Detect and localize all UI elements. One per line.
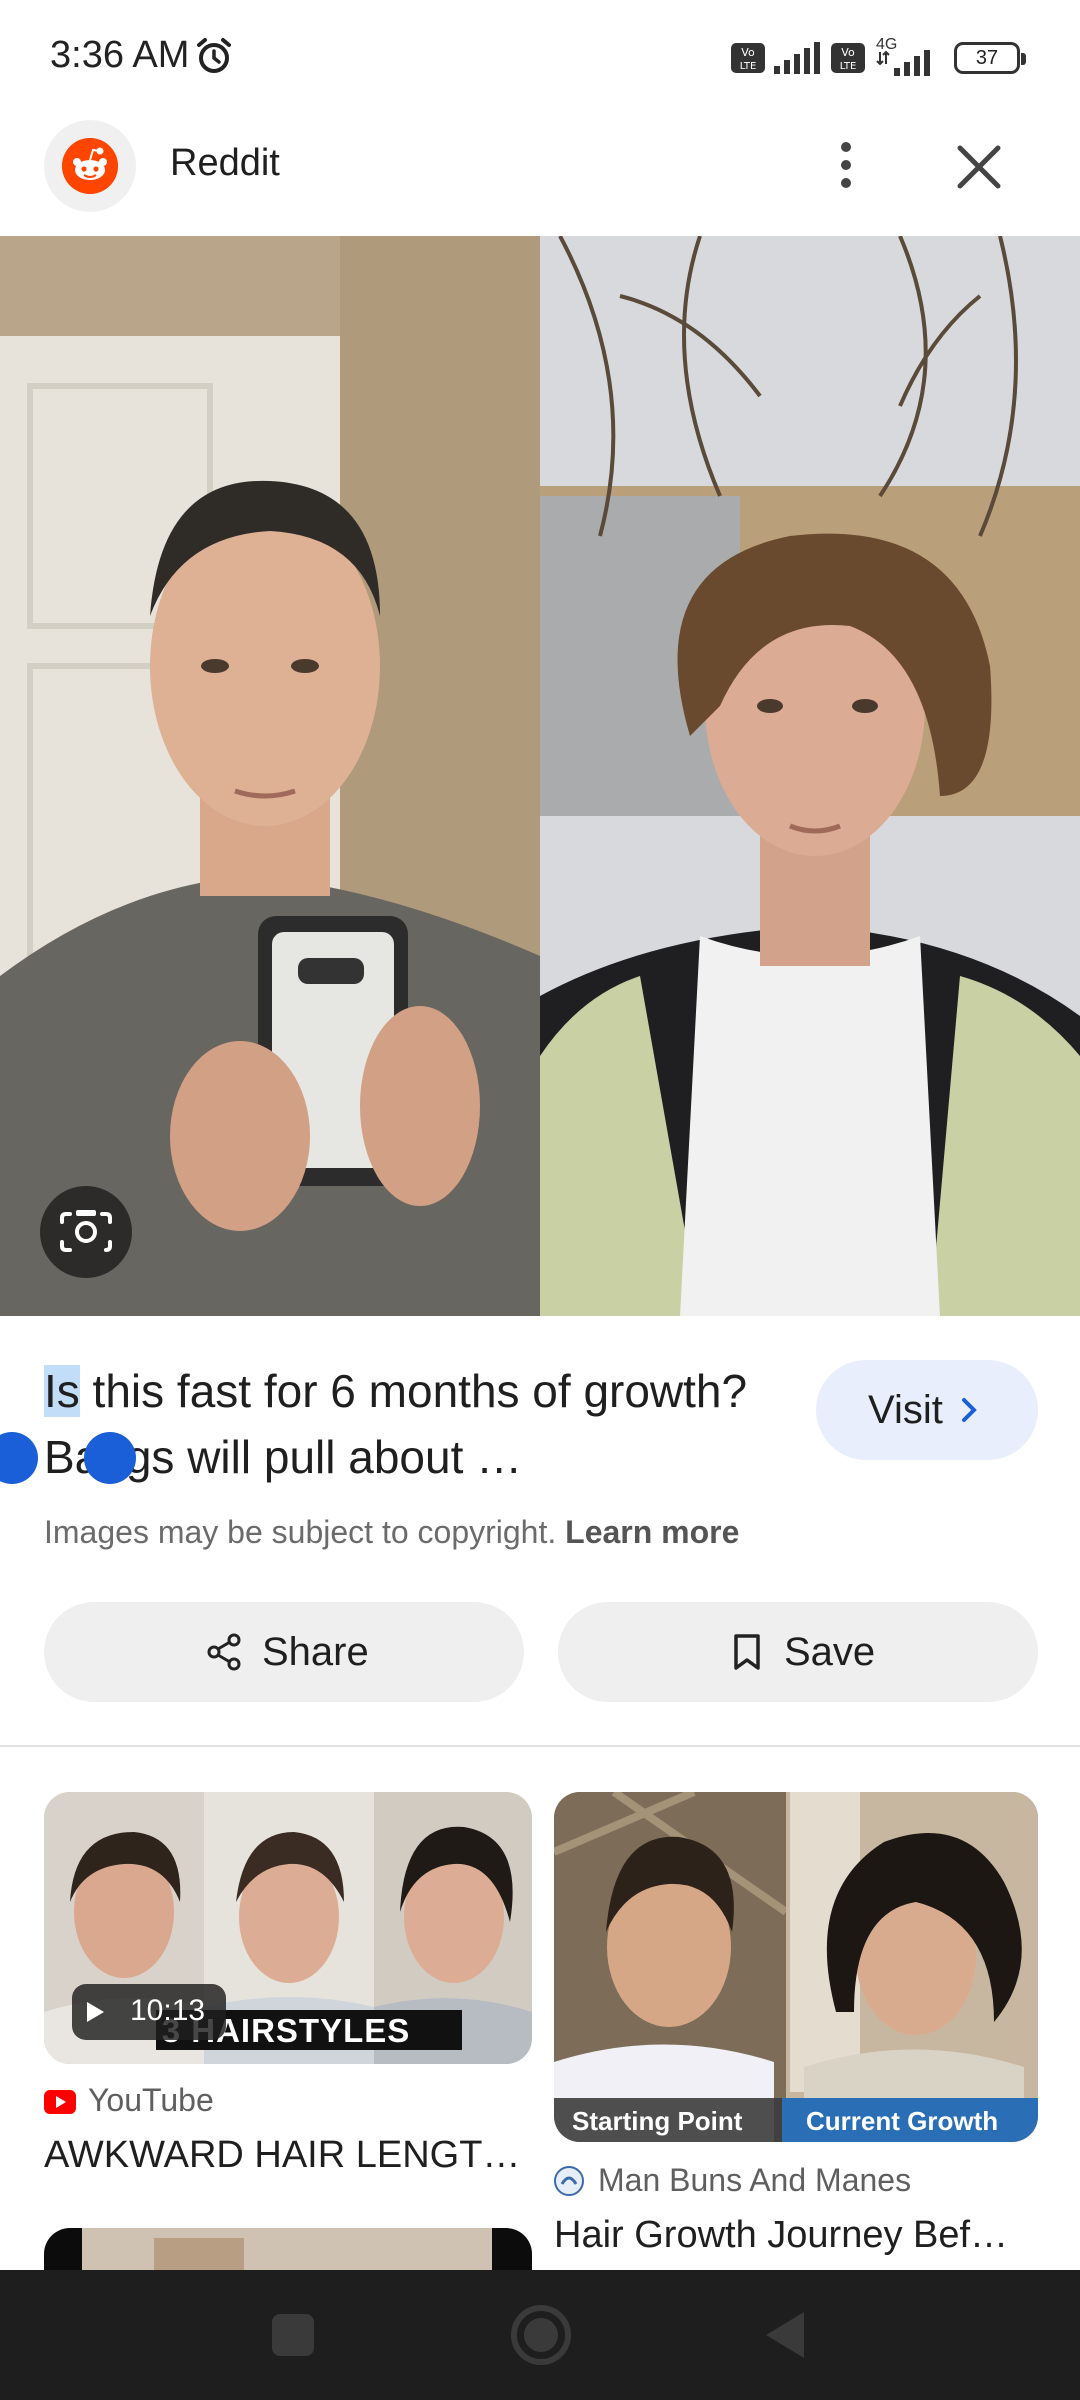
chevron-right-icon: [962, 1398, 977, 1422]
visit-button[interactable]: Visit: [816, 1360, 1038, 1460]
svg-text:Vo: Vo: [741, 46, 755, 59]
divider: [0, 1745, 1080, 1747]
svg-text:LTE: LTE: [840, 61, 857, 72]
related-thumbnail-3: [44, 2228, 532, 2270]
volte-icon: Vo LTE: [731, 43, 765, 73]
result-image[interactable]: [0, 236, 1080, 1316]
signal-icon: [774, 42, 820, 74]
related-card-2-source: Man Buns And Manes: [598, 2162, 912, 2198]
copyright-text: Images may be subject to copyright.: [44, 1514, 557, 1550]
status-time: 3:36 AM: [50, 34, 190, 76]
related-card-1-title[interactable]: AWKWARD HAIR LENGT…: [44, 2134, 520, 2177]
selection-handle-end[interactable]: [84, 1432, 136, 1484]
volte-icon: Vo LTE: [831, 43, 865, 73]
related-card-2-title[interactable]: Hair Growth Journey Bef…: [554, 2214, 1008, 2257]
visit-label: Visit: [868, 1387, 943, 1432]
reddit-logo-icon: [62, 138, 118, 194]
related-card-1-source: YouTube: [88, 2082, 214, 2118]
close-icon[interactable]: [952, 140, 1006, 194]
related-card-3-image[interactable]: [44, 2228, 532, 2270]
learn-more-link[interactable]: Learn more: [565, 1514, 739, 1550]
selection-handle-start[interactable]: [0, 1432, 38, 1484]
google-lens-icon[interactable]: [40, 1186, 132, 1278]
share-icon: [207, 1633, 241, 1671]
svg-text:Vo: Vo: [841, 46, 855, 59]
copyright-notice: Images may be subject to copyright. Lear…: [44, 1514, 739, 1551]
site-favicon-icon: [554, 2166, 584, 2196]
current-growth-label: Current Growth: [806, 2106, 999, 2136]
share-label: Share: [262, 1630, 369, 1674]
more-vert-icon[interactable]: [830, 140, 862, 190]
before-after-photo: [0, 236, 1080, 1316]
youtube-icon: [44, 2090, 76, 2114]
starting-point-label: Starting Point: [572, 2106, 743, 2136]
save-label: Save: [784, 1630, 876, 1674]
recent-apps-icon[interactable]: [270, 2312, 316, 2358]
related-thumbnail-2: [554, 1792, 1038, 2142]
result-title-text: this fast for 6 months of growth? Bangs …: [44, 1365, 748, 1483]
status-bar: 3:36 AM Vo LTE Vo LTE 4G 37: [0, 0, 1080, 112]
signal-4g-icon: [876, 50, 930, 76]
battery-icon: 37: [954, 42, 1026, 74]
play-icon: [87, 2002, 104, 2022]
svg-text:LTE: LTE: [740, 61, 757, 72]
bookmark-icon: [734, 1634, 760, 1670]
alarm-icon: [197, 38, 231, 73]
back-icon[interactable]: [760, 2308, 808, 2362]
site-title: Reddit: [170, 142, 280, 184]
result-title: Is this fast for 6 months of growth? Ban…: [44, 1358, 784, 1490]
related-card-2-image[interactable]: [554, 1792, 1038, 2142]
home-icon[interactable]: [510, 2304, 572, 2366]
video-duration: 10:13: [130, 1994, 206, 2027]
selected-text[interactable]: Is: [44, 1365, 80, 1417]
